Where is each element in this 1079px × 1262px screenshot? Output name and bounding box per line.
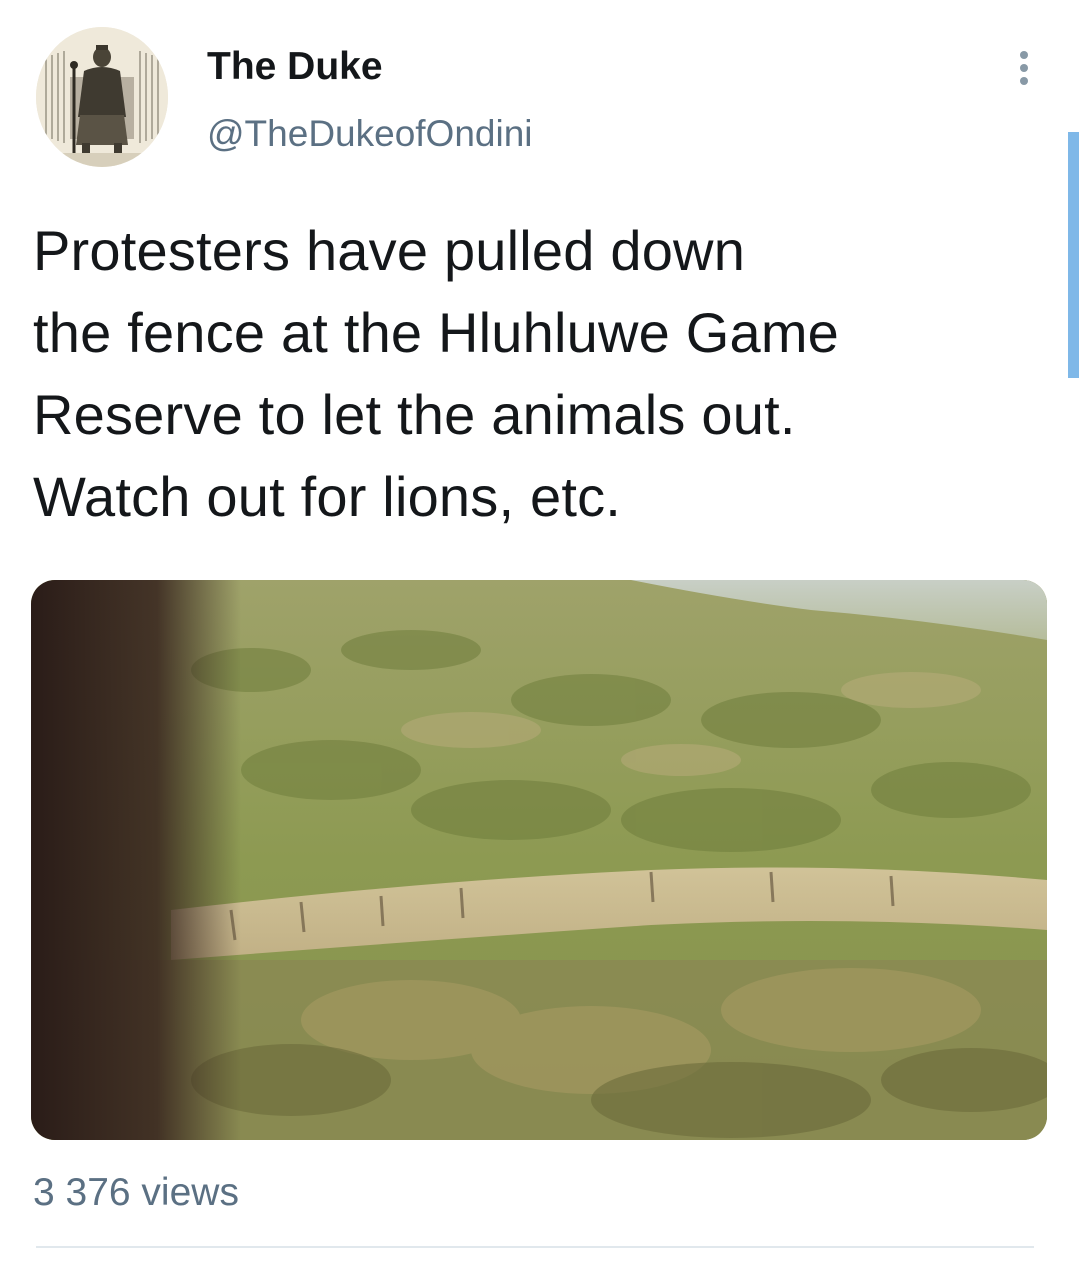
tweet-text: Protesters have pulled down the fence at… — [33, 219, 840, 528]
media-image — [31, 580, 1047, 1140]
view-count: 3 376 views — [33, 1171, 239, 1214]
scrollbar-thumb[interactable] — [1068, 132, 1079, 378]
author-display-name[interactable]: The Duke — [207, 44, 383, 90]
avatar[interactable] — [36, 27, 168, 167]
author-handle[interactable]: @TheDukeofOndini — [207, 112, 533, 156]
tweet-media[interactable] — [31, 580, 1047, 1140]
avatar-portrait-image — [36, 27, 168, 167]
more-vertical-icon-dot — [1020, 77, 1028, 85]
tweet-detail: The Duke @TheDukeofOndini Protesters hav… — [0, 0, 1079, 1262]
more-options-button[interactable] — [1004, 46, 1044, 90]
more-vertical-icon-dot — [1020, 64, 1028, 72]
more-vertical-icon — [1020, 51, 1028, 59]
divider — [36, 1246, 1034, 1248]
